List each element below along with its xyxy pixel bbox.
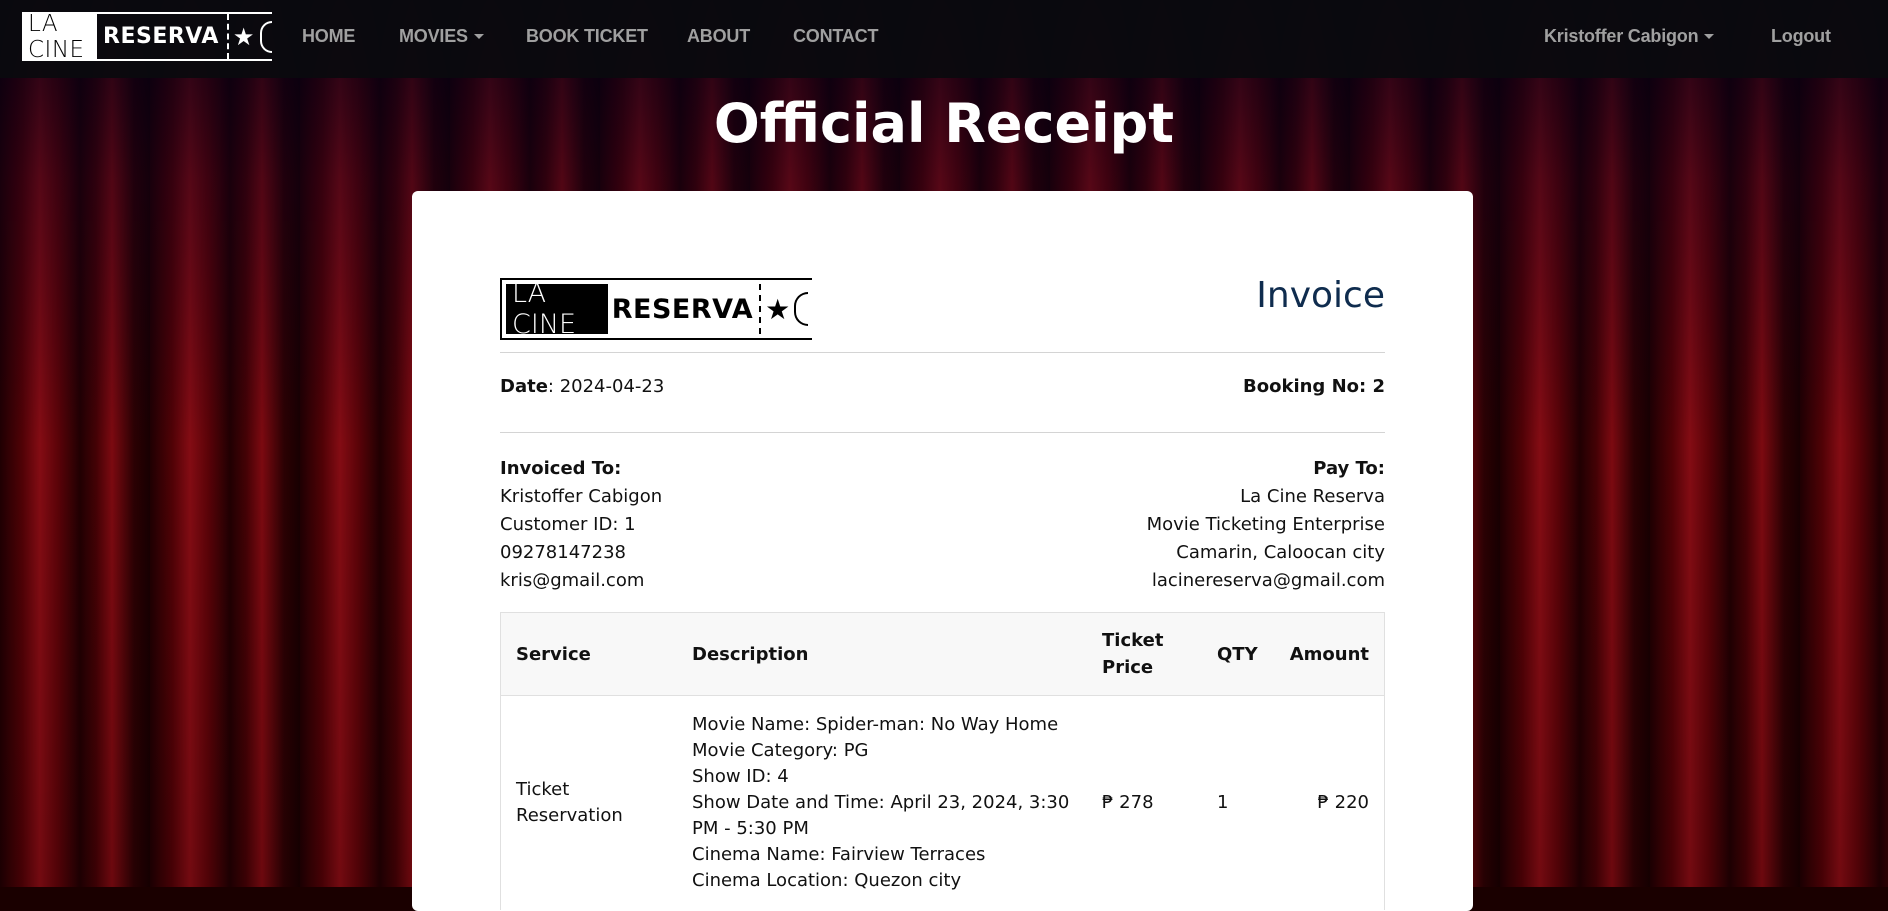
invoice-items-table: Service Description Ticket Price QTY Amo… bbox=[500, 612, 1385, 910]
merchant-email: lacinereserva@gmail.com bbox=[1151, 570, 1385, 591]
description-line: Show ID: 4 bbox=[692, 766, 789, 787]
brand-logo[interactable]: LA CINE RESERVA ★ bbox=[22, 11, 272, 63]
divider bbox=[500, 352, 1385, 353]
header-description: Description bbox=[677, 612, 1087, 696]
header-service: Service bbox=[500, 612, 677, 696]
cell-amount: ₱ 220 bbox=[1317, 792, 1369, 813]
star-icon: ★ bbox=[232, 22, 255, 51]
star-icon: ★ bbox=[765, 292, 791, 326]
date-value: : 2024-04-23 bbox=[547, 376, 665, 397]
invoice-logo-reserva: RESERVA bbox=[611, 293, 754, 325]
pay-to-label: Pay To: bbox=[1313, 458, 1385, 479]
logo-text-reserva: RESERVA bbox=[103, 24, 219, 49]
cell-ticket-price: ₱ 278 bbox=[1102, 792, 1154, 813]
divider bbox=[500, 432, 1385, 433]
cell-qty: 1 bbox=[1217, 792, 1229, 813]
logo-text-la-cine: LA CINE bbox=[24, 11, 97, 63]
nav-home[interactable]: HOME bbox=[302, 26, 355, 47]
customer-name: Kristoffer Cabigon bbox=[500, 486, 663, 507]
table-header-row: Service Description Ticket Price QTY Amo… bbox=[500, 612, 1385, 696]
table-row: Ticket Reservation Movie Name: Spider-ma… bbox=[501, 696, 1385, 911]
ticket-notch-icon bbox=[794, 292, 808, 326]
description-line: Cinema Location: Quezon city bbox=[692, 870, 962, 891]
invoiced-to-block: Invoiced To: Kristoffer Cabigon Customer… bbox=[500, 455, 662, 595]
invoice-logo: LA CINE RESERVA ★ bbox=[500, 278, 812, 340]
invoice-date: Date: 2024-04-23 bbox=[500, 373, 664, 401]
invoice-heading: Invoice bbox=[1256, 275, 1385, 316]
invoice-logo-la-cine: LA CINE bbox=[506, 278, 608, 340]
nav-movies-dropdown[interactable]: MOVIES bbox=[399, 26, 484, 47]
description-line: Cinema Name: Fairview Terraces bbox=[692, 844, 986, 865]
merchant-address: Camarin, Caloocan city bbox=[1176, 542, 1385, 563]
customer-id: Customer ID: 1 bbox=[500, 514, 636, 535]
header-amount: Amount bbox=[1272, 612, 1385, 696]
receipt-card: LA CINE RESERVA ★ Invoice Date: 2024-04-… bbox=[412, 191, 1473, 911]
nav-book-ticket[interactable]: BOOK TICKET bbox=[526, 26, 648, 47]
invoiced-to-label: Invoiced To: bbox=[500, 458, 622, 479]
page-title: Official Receipt bbox=[713, 92, 1175, 155]
description-line: Movie Name: Spider-man: No Way Home bbox=[692, 714, 1059, 735]
user-menu-dropdown[interactable]: Kristoffer Cabigon bbox=[1544, 26, 1714, 47]
nav-about[interactable]: ABOUT bbox=[687, 26, 750, 47]
nav-contact[interactable]: CONTACT bbox=[793, 26, 878, 47]
header-qty: QTY bbox=[1202, 612, 1273, 696]
cell-description: Movie Name: Spider-man: No Way Home Movi… bbox=[677, 696, 1087, 911]
header-ticket-price: Ticket Price bbox=[1087, 612, 1202, 696]
description-line: Show Date and Time: April 23, 2024, 3:30… bbox=[692, 792, 1070, 839]
customer-phone: 09278147238 bbox=[500, 542, 626, 563]
logout-link[interactable]: Logout bbox=[1771, 26, 1831, 47]
merchant-name: La Cine Reserva bbox=[1240, 486, 1385, 507]
date-label: Date bbox=[500, 376, 548, 397]
merchant-business: Movie Ticketing Enterprise bbox=[1146, 514, 1385, 535]
ticket-notch-icon bbox=[260, 20, 272, 53]
cell-service: Ticket Reservation bbox=[516, 779, 623, 826]
booking-number: Booking No: 2 bbox=[1243, 376, 1385, 397]
navbar: LA CINE RESERVA ★ HOME MOVIES BOOK TICKE… bbox=[0, 0, 1888, 78]
description-line: Movie Category: PG bbox=[692, 740, 869, 761]
pay-to-block: Pay To: La Cine Reserva Movie Ticketing … bbox=[1147, 455, 1385, 595]
customer-email: kris@gmail.com bbox=[500, 570, 645, 591]
